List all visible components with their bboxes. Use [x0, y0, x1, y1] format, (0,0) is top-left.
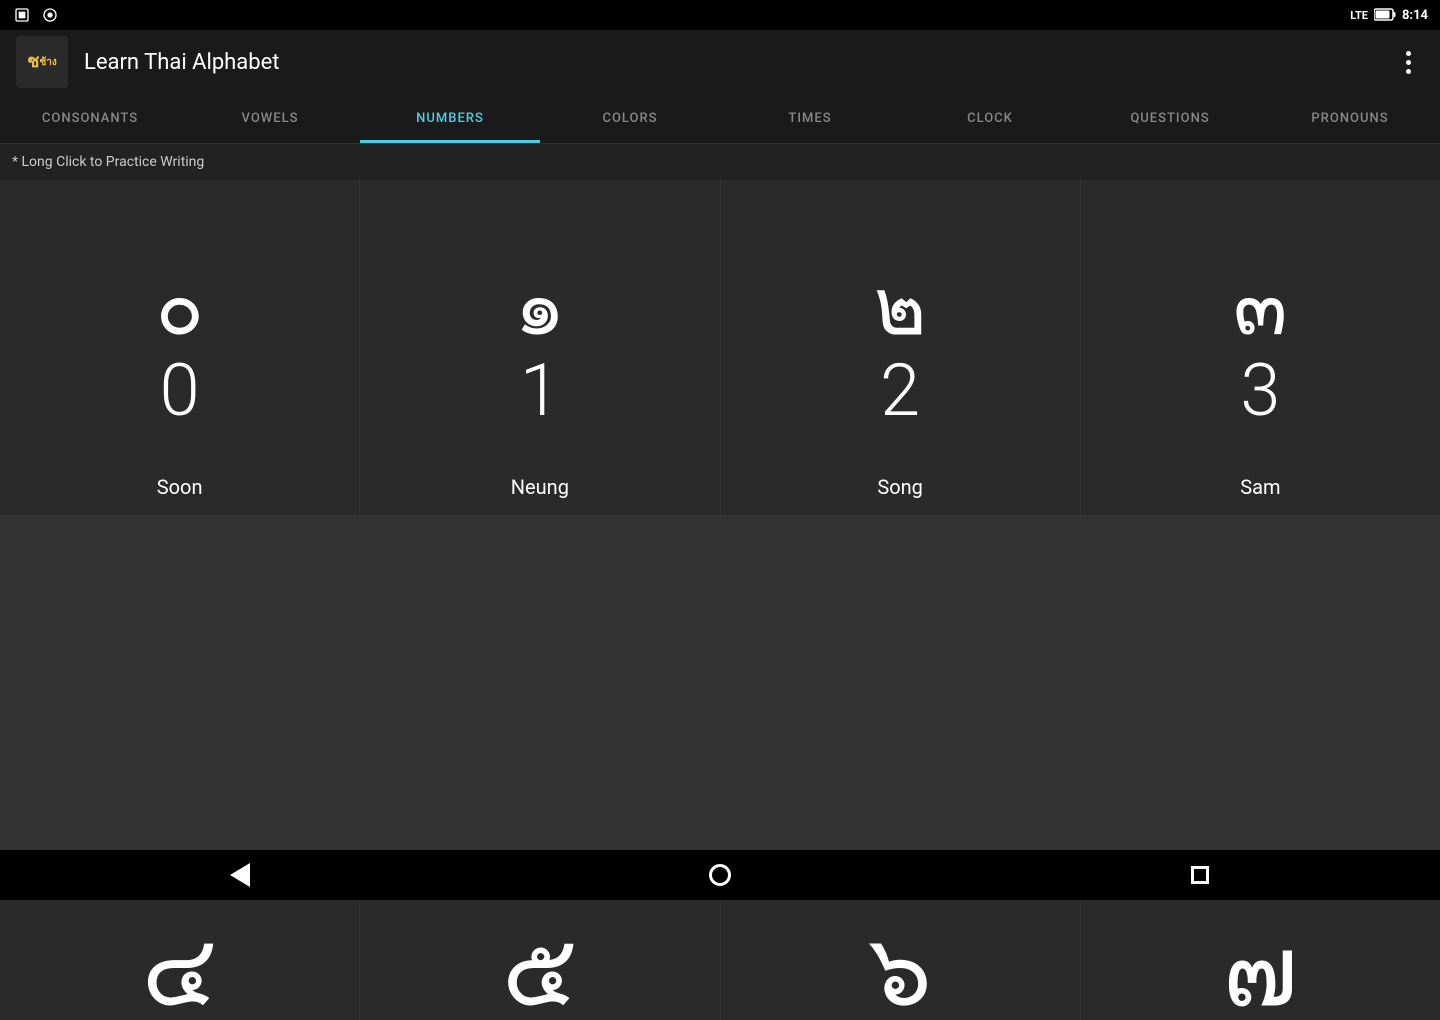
card-3-label: Sam: [1081, 475, 1440, 499]
tab-vowels[interactable]: VOWELS: [180, 94, 360, 143]
tab-times[interactable]: TIMES: [720, 94, 900, 143]
app-bar: ช ช้าง Learn Thai Alphabet: [0, 30, 1440, 94]
logo-char: ช: [27, 52, 39, 72]
app-logo: ช ช้าง: [16, 36, 68, 88]
status-time: 8:14: [1402, 8, 1428, 23]
tab-clock[interactable]: CLOCK: [900, 94, 1080, 143]
card-2-number: 2: [880, 355, 920, 427]
card-2-thai: ๒: [874, 267, 927, 347]
more-options-button[interactable]: [1392, 46, 1424, 78]
recent-icon: [1191, 866, 1209, 884]
recent-button[interactable]: [1170, 855, 1230, 895]
card-5-thai: ๕: [502, 922, 578, 1020]
card-3[interactable]: ๓ 3 Sam: [1081, 180, 1440, 515]
card-1-thai: ๑: [514, 267, 565, 347]
card-1[interactable]: ๑ 1 Neung: [360, 180, 719, 515]
tab-consonants[interactable]: CONSONANTS: [0, 94, 180, 143]
numbers-grid: ๐ 0 Soon ๑ 1 Neung ๒ 2 Song ๓ 3 Sam: [0, 180, 1440, 850]
card-0-label: Soon: [0, 475, 359, 499]
card-3-thai: ๓: [1233, 267, 1288, 347]
tab-questions[interactable]: QUESTIONS: [1080, 94, 1260, 143]
card-3-number: 3: [1240, 355, 1280, 427]
card-4-thai: ๔: [142, 922, 218, 1020]
home-icon: [709, 864, 731, 886]
notification-icon-2: [40, 5, 60, 25]
battery-icon: [1374, 6, 1396, 25]
card-1-label: Neung: [360, 475, 719, 499]
subtitle-text: * Long Click to Practice Writing: [12, 154, 204, 170]
status-bar: LTE 8:14: [0, 0, 1440, 30]
navigation-bar: [0, 850, 1440, 900]
logo-subtext: ช้าง: [39, 57, 56, 68]
status-bar-left: [12, 5, 60, 25]
card-0-number: 0: [160, 355, 200, 427]
card-2-label: Song: [721, 475, 1080, 499]
tab-colors[interactable]: COLORS: [540, 94, 720, 143]
card-0[interactable]: ๐ 0 Soon: [0, 180, 359, 515]
lte-icon: LTE: [1350, 9, 1368, 22]
tab-bar: CONSONANTS VOWELS NUMBERS COLORS TIMES C…: [0, 94, 1440, 144]
app-title: Learn Thai Alphabet: [84, 50, 1376, 75]
notification-icon-1: [12, 5, 32, 25]
back-icon: [230, 863, 250, 887]
tab-pronouns[interactable]: PRONOUNS: [1260, 94, 1440, 143]
card-1-number: 1: [520, 355, 560, 427]
home-button[interactable]: [690, 855, 750, 895]
card-2[interactable]: ๒ 2 Song: [721, 180, 1080, 515]
card-7-thai: ๗: [1223, 922, 1298, 1020]
card-0-thai: ๐: [155, 267, 204, 347]
tab-numbers[interactable]: NUMBERS: [360, 94, 540, 143]
subtitle-bar: * Long Click to Practice Writing: [0, 144, 1440, 180]
back-button[interactable]: [210, 855, 270, 895]
card-6-thai: ๖: [868, 922, 931, 1020]
